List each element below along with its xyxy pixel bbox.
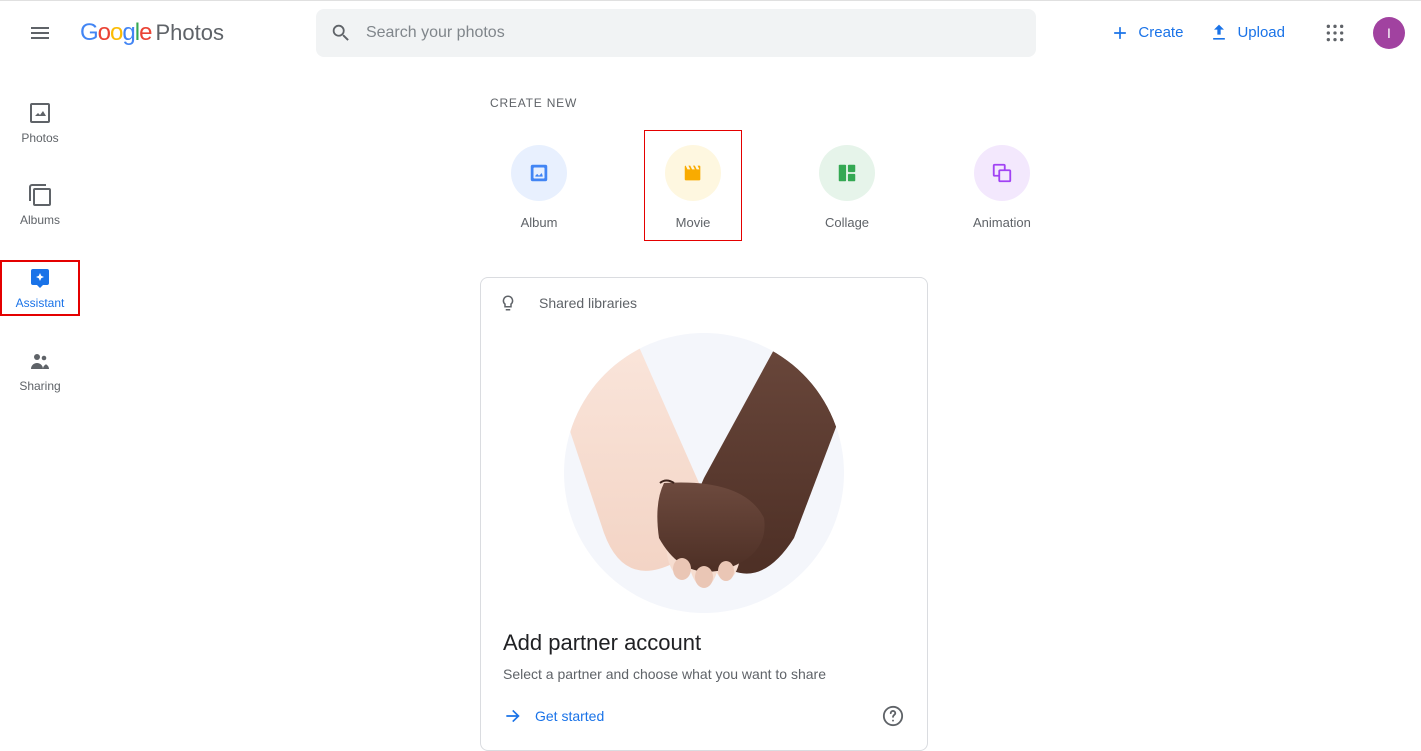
create-label: Album	[521, 215, 558, 230]
create-collage[interactable]: Collage	[798, 130, 896, 241]
card-actions: Get started	[481, 682, 927, 750]
search-icon	[330, 22, 352, 44]
create-movie[interactable]: Movie	[644, 130, 742, 241]
card-badge: Shared libraries	[539, 295, 637, 311]
collage-circle	[819, 145, 875, 201]
animation-icon	[991, 162, 1013, 184]
upload-icon	[1209, 23, 1229, 43]
nav-item-albums[interactable]: Albums	[0, 178, 80, 232]
google-wordmark: Google	[80, 19, 151, 47]
sidebar-nav: Photos Albums Assistant Sharing	[0, 64, 80, 751]
header-actions: Create Upload I	[1106, 13, 1405, 53]
upload-button[interactable]: Upload	[1205, 15, 1289, 51]
collage-icon	[836, 162, 858, 184]
nav-label: Assistant	[16, 296, 65, 310]
photos-icon	[28, 101, 52, 125]
shared-libraries-card: Shared libraries	[480, 277, 928, 751]
album-icon	[528, 162, 550, 184]
hamburger-icon	[28, 21, 52, 45]
plus-icon	[1110, 23, 1130, 43]
create-button[interactable]: Create	[1106, 15, 1187, 51]
main-menu-button[interactable]	[16, 9, 64, 57]
animation-circle	[974, 145, 1030, 201]
create-label: Collage	[825, 215, 869, 230]
app-logo[interactable]: Google Photos	[80, 19, 224, 47]
main-content: CREATE NEW Album Movie Collage	[80, 64, 1421, 751]
nav-label: Photos	[21, 131, 58, 145]
nav-item-assistant[interactable]: Assistant	[0, 260, 80, 316]
albums-icon	[28, 183, 52, 207]
sharing-icon	[28, 349, 52, 373]
create-section-label: CREATE NEW	[490, 96, 1052, 110]
google-apps-button[interactable]	[1315, 13, 1355, 53]
card-header: Shared libraries	[481, 278, 927, 328]
arrow-right-icon	[503, 706, 523, 726]
movie-circle	[665, 145, 721, 201]
card-subtitle: Select a partner and choose what you wan…	[503, 666, 905, 682]
create-album[interactable]: Album	[490, 130, 588, 241]
get-started-button[interactable]: Get started	[503, 706, 604, 726]
create-animation[interactable]: Animation	[952, 130, 1052, 241]
help-button[interactable]	[881, 704, 905, 728]
get-started-label: Get started	[535, 708, 604, 724]
assistant-icon	[28, 266, 52, 290]
movie-icon	[682, 162, 704, 184]
nav-item-sharing[interactable]: Sharing	[0, 344, 80, 398]
lightbulb-icon	[499, 294, 517, 312]
create-label: Animation	[973, 215, 1031, 230]
album-circle	[511, 145, 567, 201]
nav-label: Albums	[20, 213, 60, 227]
product-name: Photos	[155, 20, 224, 46]
account-avatar[interactable]: I	[1373, 17, 1405, 49]
card-hero	[481, 328, 927, 618]
create-label: Movie	[676, 215, 711, 230]
nav-item-photos[interactable]: Photos	[0, 96, 80, 150]
card-body: Add partner account Select a partner and…	[481, 618, 927, 682]
app-header: Google Photos Create Upload I	[0, 0, 1421, 64]
create-button-label: Create	[1138, 24, 1183, 41]
avatar-initial: I	[1387, 25, 1391, 41]
help-icon	[882, 705, 904, 727]
create-row: Album Movie Collage Animation	[490, 130, 1052, 241]
upload-button-label: Upload	[1237, 24, 1285, 41]
search-input[interactable]	[366, 9, 1022, 57]
hero-illustration	[564, 333, 844, 613]
apps-grid-icon	[1325, 23, 1345, 43]
nav-label: Sharing	[19, 379, 60, 393]
search-bar[interactable]	[316, 9, 1036, 57]
card-title: Add partner account	[503, 630, 905, 656]
